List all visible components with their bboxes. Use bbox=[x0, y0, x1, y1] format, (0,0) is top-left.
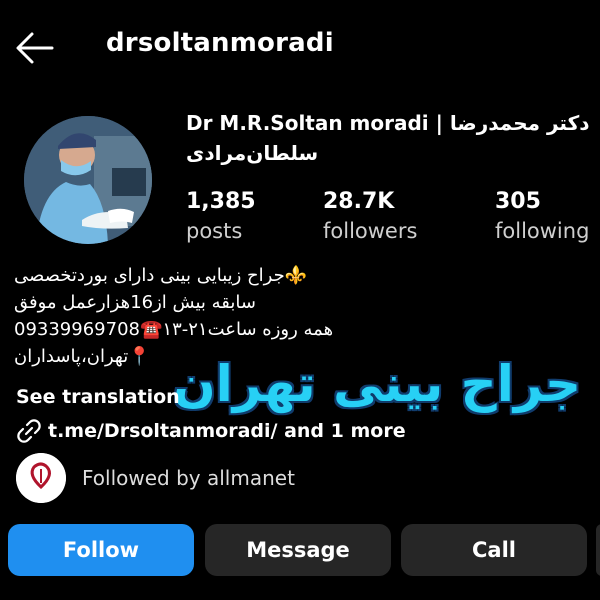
following-label: following bbox=[495, 219, 590, 243]
more-options-button[interactable] bbox=[596, 524, 600, 576]
mutual-follower-avatar bbox=[16, 453, 66, 503]
call-button[interactable]: Call bbox=[401, 524, 587, 576]
display-name-line-1: Dr M.R.Soltan moradi | دکتر محمدرضا bbox=[186, 111, 590, 135]
following-count: 305 bbox=[495, 189, 541, 214]
display-name-line-2: سلطان‌مرادی bbox=[186, 141, 319, 165]
followed-by-row[interactable]: Followed by allmanet bbox=[16, 452, 576, 504]
followers-stat[interactable]: 28.7K followers bbox=[323, 188, 417, 246]
followed-by-text: Followed by allmanet bbox=[82, 466, 295, 490]
top-bar: drsoltanmoradi bbox=[0, 0, 600, 96]
posts-stat[interactable]: 1,385 posts bbox=[186, 188, 256, 246]
profile-display-name: Dr M.R.Soltan moradi | دکتر محمدرضا سلطا… bbox=[186, 108, 589, 168]
profile-avatar[interactable] bbox=[24, 116, 152, 244]
followers-label: followers bbox=[323, 219, 418, 243]
bio-line: سابقه بیش از16هزارعمل موفق bbox=[14, 292, 256, 313]
profile-link-text: t.me/Drsoltanmoradi/ and 1 more bbox=[48, 420, 406, 442]
follow-button[interactable]: Follow bbox=[8, 524, 194, 576]
profile-username: drsoltanmoradi bbox=[106, 28, 334, 58]
following-stat[interactable]: 305 following bbox=[495, 188, 589, 246]
profile-link[interactable]: t.me/Drsoltanmoradi/ and 1 more bbox=[16, 418, 406, 444]
message-button[interactable]: Message bbox=[205, 524, 391, 576]
overlay-caption: جراح بینی تهران bbox=[172, 355, 581, 413]
bio-line: ⚜️جراح زیبایی بینی دارای بوردتخصصی bbox=[14, 265, 308, 286]
bio-line: همه روزه ساعت۲۱-۱۳☎️09339969708 bbox=[14, 319, 334, 340]
back-arrow-icon[interactable] bbox=[14, 30, 56, 66]
posts-label: posts bbox=[186, 219, 243, 243]
see-translation-link[interactable]: See translation bbox=[16, 386, 180, 408]
posts-count: 1,385 bbox=[186, 189, 256, 214]
link-icon bbox=[16, 418, 42, 444]
followers-count: 28.7K bbox=[323, 189, 395, 214]
